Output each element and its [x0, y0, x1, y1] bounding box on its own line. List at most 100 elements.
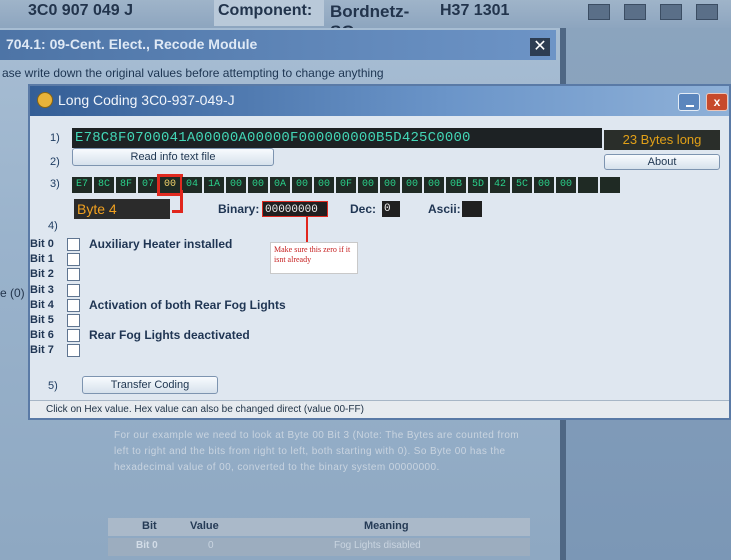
hex-byte-cell[interactable]: 00 [157, 174, 183, 196]
bit-description: Auxiliary Heater installed [89, 237, 233, 251]
hex-byte-cell-empty[interactable] [600, 177, 620, 193]
table-cell-value: 0 [208, 540, 214, 551]
dec-label: Dec: [350, 202, 377, 216]
hex-byte-cell[interactable]: 5C [512, 177, 532, 193]
background-window-title: 704.1: 09-Cent. Elect., Recode Module [0, 30, 556, 60]
background-fragment: e (0) [0, 286, 25, 300]
bit-label: Bit 5 [30, 314, 54, 326]
selected-byte-label: Byte 4 [74, 199, 170, 219]
bit-label: Bit 2 [30, 268, 54, 281]
hex-byte-cell[interactable]: 42 [490, 177, 510, 193]
bit-row: Bit 2 [30, 268, 710, 282]
bit-checkbox[interactable] [67, 253, 80, 267]
close-icon[interactable]: ✕ [530, 38, 550, 56]
hex-byte-cell[interactable]: 0A [270, 177, 290, 193]
bit-label: Bit 0 [30, 238, 54, 250]
hex-byte-cell[interactable]: 07 [138, 177, 158, 193]
hex-byte-cell[interactable]: 00 [534, 177, 554, 193]
dialog-title: Long Coding 3C0-937-049-J [58, 92, 235, 108]
bit-checkbox[interactable] [67, 283, 80, 297]
instruction-paragraph: For our example we need to look at Byte … [114, 430, 520, 473]
column-header-value: Value [190, 520, 219, 532]
bit-label: Bit 1 [30, 253, 54, 266]
background-header: 3C0 907 049 J Component: Bordnetz-SG H37… [0, 0, 731, 41]
hex-byte-row: E7 8C 8F 07 00 04 1A 00 00 0A 00 00 0F 00 00 00 00 0B 5D 42… [72, 174, 620, 196]
bit-label: Bit 3 [30, 283, 54, 296]
hex-byte-cell[interactable]: 0F [336, 177, 356, 193]
component-name: Bordnetz-SG [330, 2, 410, 41]
hex-byte-cell[interactable]: 00 [380, 177, 400, 193]
status-bar: Click on Hex value. Hex value can also b… [30, 400, 729, 418]
bit-row: Bit 6 Rear Fog Lights deactivated [30, 328, 710, 343]
bit-checkbox[interactable] [67, 298, 80, 312]
bit-row: Bit 7 [30, 344, 710, 358]
hex-byte-cell[interactable]: 8C [94, 177, 114, 193]
bit-label: Bit 6 [30, 329, 54, 342]
part-number: 3C0 907 049 J [28, 2, 133, 19]
app-icon [37, 92, 53, 108]
hex-byte-cell[interactable]: 5D [468, 177, 488, 193]
hex-byte-cell[interactable]: 00 [292, 177, 312, 193]
bit-checkbox[interactable] [67, 329, 80, 343]
hex-byte-cell[interactable]: E7 [72, 177, 92, 193]
bit-checkbox[interactable] [67, 344, 80, 358]
row-label-2: 2) [50, 156, 60, 168]
hex-byte-cell[interactable]: 8F [116, 177, 136, 193]
dialog-close-button[interactable]: x [706, 93, 728, 111]
hex-byte-cell[interactable]: 00 [226, 177, 246, 193]
hex-byte-cell[interactable]: 1A [204, 177, 224, 193]
screen-icon[interactable] [588, 4, 610, 20]
long-coding-dialog: Long Coding 3C0-937-049-J x 1) E78C8F070… [28, 84, 731, 420]
hex-byte-cell[interactable]: 00 [402, 177, 422, 193]
printer-icon[interactable] [696, 4, 718, 20]
hex-byte-cell[interactable]: 00 [358, 177, 378, 193]
table-cell-bit: Bit 0 [136, 540, 158, 551]
row-label-3: 3) [50, 178, 60, 190]
row-label-5: 5) [48, 380, 58, 392]
bit-description: Rear Fog Lights deactivated [89, 328, 250, 343]
component-label: Component: [214, 0, 324, 26]
about-button[interactable]: About [604, 154, 720, 170]
bit-description: Activation of both Rear Fog Lights [89, 297, 286, 312]
bytes-long-indicator: 23 Bytes long [604, 130, 720, 150]
row-label-1: 1) [50, 132, 60, 144]
binary-value-field[interactable]: 00000000 [262, 201, 328, 217]
hex-byte-cell[interactable]: 00 [424, 177, 444, 193]
transfer-coding-button[interactable]: Transfer Coding [82, 376, 218, 394]
hex-byte-cell[interactable]: 0B [446, 177, 466, 193]
row-label-4: 4) [48, 220, 58, 232]
hex-byte-cell[interactable]: 00 [556, 177, 576, 193]
hex-byte-cell-empty[interactable] [578, 177, 598, 193]
annotation-line [180, 190, 183, 213]
column-header-bit: Bit [142, 520, 157, 532]
bit-row: Bit 1 [30, 253, 710, 267]
dec-value-field[interactable]: 0 [382, 201, 400, 217]
bit-checkbox[interactable] [67, 238, 80, 251]
coding-string-field[interactable]: E78C8F0700041A00000A00000F000000000B5D42… [72, 128, 602, 148]
bit-row: Bit 3 [30, 283, 710, 298]
bit-row: Bit 5 [30, 314, 710, 328]
window-icon[interactable] [624, 4, 646, 20]
minimize-button[interactable] [678, 93, 700, 111]
bit-checkbox[interactable] [67, 314, 80, 327]
hex-byte-cell[interactable]: 04 [182, 177, 202, 193]
bit-table-header: Bit Value Meaning [108, 518, 530, 536]
table-row: Bit 0 0 Fog Lights disabled [108, 538, 530, 556]
bit-row: Bit 4 Activation of both Rear Fog Lights [30, 297, 710, 313]
read-info-text-file-button[interactable]: Read info text file [72, 148, 274, 166]
ascii-label: Ascii: [428, 202, 461, 216]
hex-byte-cell[interactable]: 00 [314, 177, 334, 193]
bit-checkbox[interactable] [67, 268, 80, 282]
bit-label: Bit 4 [30, 298, 54, 311]
bit-label: Bit 7 [30, 344, 54, 357]
camera-icon[interactable] [660, 4, 682, 20]
ascii-value-field[interactable] [462, 201, 482, 217]
column-header-meaning: Meaning [364, 520, 409, 532]
software-version: H37 1301 [440, 2, 510, 19]
bit-row: Bit 0 Auxiliary Heater installed [30, 237, 710, 252]
table-cell-meaning: Fog Lights disabled [334, 540, 421, 551]
hex-byte-cell[interactable]: 00 [248, 177, 268, 193]
dialog-titlebar: Long Coding 3C0-937-049-J x [30, 86, 729, 116]
toolbar-icons [588, 4, 718, 20]
background-hint: ase write down the original values befor… [2, 66, 384, 80]
